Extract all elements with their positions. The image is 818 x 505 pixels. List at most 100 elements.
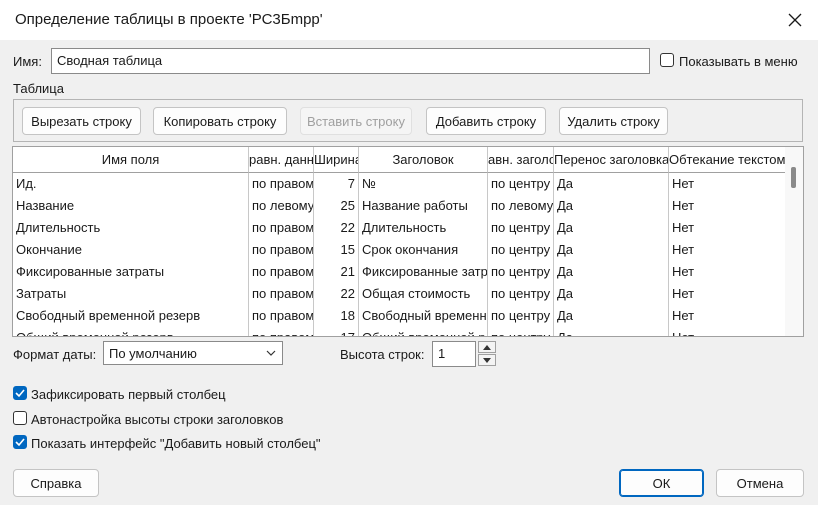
scroll-thumb[interactable] xyxy=(791,167,796,188)
cancel-button[interactable]: Отмена xyxy=(716,469,804,497)
table-row[interactable]: Название по левому 25 Название работы по лев… xyxy=(13,195,785,217)
checkmark-icon xyxy=(15,389,25,398)
cell-width[interactable]: 18 xyxy=(314,305,359,327)
row-height-up-button[interactable] xyxy=(478,341,496,353)
table-row[interactable]: Фиксированные затраты по правом 21 Фиксиров… xyxy=(13,261,785,283)
column-header-field-name[interactable]: Имя поля xyxy=(13,147,249,173)
cell-text-wrap[interactable]: Нет xyxy=(669,195,785,217)
table-row[interactable]: Окончание по правом 15 Срок окончания по цен… xyxy=(13,239,785,261)
grid-scrollbar[interactable] xyxy=(785,147,803,336)
cell-title-align[interactable]: по центру xyxy=(488,261,554,283)
cell-field-name[interactable]: Название xyxy=(13,195,249,217)
date-format-select[interactable]: По умолчанию xyxy=(103,341,283,365)
cell-title[interactable]: Общая стоимость xyxy=(359,283,488,305)
caret-up-icon xyxy=(483,344,491,350)
cell-title[interactable]: Название работы xyxy=(359,195,488,217)
name-label: Имя: xyxy=(13,54,42,69)
show-in-menu-label: Показывать в меню xyxy=(679,54,798,69)
table-row[interactable]: Длительность по правом 22 Длительность по це… xyxy=(13,217,785,239)
column-header-header-wrap[interactable]: Перенос заголовка xyxy=(554,147,669,173)
fields-grid: Имя поля равн. данн Ширина Заголовок авн… xyxy=(12,146,804,337)
row-height-down-button[interactable] xyxy=(478,354,496,366)
close-button[interactable] xyxy=(772,0,818,40)
cell-width[interactable]: 17 xyxy=(314,327,359,336)
table-row[interactable]: Общий временной резервпо правом17Общий в… xyxy=(13,327,785,336)
cell-header-wrap[interactable]: Да xyxy=(554,305,669,327)
cell-width[interactable]: 22 xyxy=(314,217,359,239)
cell-data-align[interactable]: по правом xyxy=(249,305,314,327)
title-bar: Определение таблицы в проекте 'РС3Бmpp' xyxy=(0,0,818,40)
row-height-input[interactable]: 1 xyxy=(432,341,476,367)
cell-header-wrap[interactable]: Да xyxy=(554,261,669,283)
cell-header-wrap[interactable]: Да xyxy=(554,283,669,305)
column-header-data-align[interactable]: равн. данн xyxy=(249,147,314,173)
cell-title[interactable]: Срок окончания xyxy=(359,239,488,261)
cell-data-align[interactable]: по правом xyxy=(249,239,314,261)
cell-title[interactable]: Общий временной р xyxy=(359,327,488,336)
cell-width[interactable]: 15 xyxy=(314,239,359,261)
cell-field-name[interactable]: Затраты xyxy=(13,283,249,305)
autofit-header-height-checkbox[interactable] xyxy=(13,411,27,425)
cell-title[interactable]: Длительность xyxy=(359,217,488,239)
cell-data-align[interactable]: по левому xyxy=(249,195,314,217)
cell-header-wrap[interactable]: Да xyxy=(554,195,669,217)
cell-header-wrap[interactable]: Да xyxy=(554,239,669,261)
cell-data-align[interactable]: по правом xyxy=(249,173,314,195)
cell-field-name[interactable]: Фиксированные затраты xyxy=(13,261,249,283)
cell-text-wrap[interactable]: Нет xyxy=(669,217,785,239)
cell-title-align[interactable]: по центру xyxy=(488,283,554,305)
cell-title-align[interactable]: по центру xyxy=(488,173,554,195)
cell-data-align[interactable]: по правом xyxy=(249,283,314,305)
ok-button[interactable]: ОК xyxy=(619,469,704,497)
column-header-title[interactable]: Заголовок xyxy=(359,147,488,173)
paste-row-button[interactable]: Вставить строку xyxy=(300,107,412,135)
cell-title[interactable]: № xyxy=(359,173,488,195)
add-row-button[interactable]: Добавить строку xyxy=(426,107,546,135)
cell-data-align[interactable]: по правом xyxy=(249,261,314,283)
freeze-first-column-checkbox[interactable] xyxy=(13,386,27,400)
column-header-title-align[interactable]: авн. заголо xyxy=(488,147,554,173)
cell-title-align[interactable]: по центру xyxy=(488,305,554,327)
cell-header-wrap[interactable]: Да xyxy=(554,327,669,336)
cell-field-name[interactable]: Общий временной резерв xyxy=(13,327,249,336)
cell-title-align[interactable]: по центру xyxy=(488,217,554,239)
cell-data-align[interactable]: по правом xyxy=(249,217,314,239)
cell-width[interactable]: 22 xyxy=(314,283,359,305)
cell-text-wrap[interactable]: Нет xyxy=(669,327,785,336)
cell-header-wrap[interactable]: Да xyxy=(554,217,669,239)
cell-data-align[interactable]: по правом xyxy=(249,327,314,336)
date-format-label: Формат даты: xyxy=(13,347,97,362)
cell-field-name[interactable]: Свободный временной резерв xyxy=(13,305,249,327)
delete-row-button[interactable]: Удалить строку xyxy=(559,107,668,135)
cell-text-wrap[interactable]: Нет xyxy=(669,261,785,283)
cut-row-button[interactable]: Вырезать строку xyxy=(22,107,141,135)
cell-title-align[interactable]: по центру xyxy=(488,327,554,336)
column-header-text-wrap[interactable]: Обтекание текстом xyxy=(669,147,785,173)
column-header-width[interactable]: Ширина xyxy=(314,147,359,173)
cell-text-wrap[interactable]: Нет xyxy=(669,283,785,305)
cell-title[interactable]: Свободный временн xyxy=(359,305,488,327)
cell-field-name[interactable]: Окончание xyxy=(13,239,249,261)
table-row[interactable]: Затраты по правом 22 Общая стоимость по цент… xyxy=(13,283,785,305)
cell-text-wrap[interactable]: Нет xyxy=(669,239,785,261)
help-button[interactable]: Справка xyxy=(13,469,99,497)
name-input[interactable]: Сводная таблица xyxy=(51,48,650,74)
show-add-column-checkbox[interactable] xyxy=(13,435,27,449)
cell-title-align[interactable]: по центру xyxy=(488,239,554,261)
table-group-label: Таблица xyxy=(13,81,64,96)
cell-width[interactable]: 7 xyxy=(314,173,359,195)
cell-header-wrap[interactable]: Да xyxy=(554,173,669,195)
cell-text-wrap[interactable]: Нет xyxy=(669,173,785,195)
show-in-menu-checkbox[interactable] xyxy=(660,53,674,67)
table-row[interactable]: Ид. по правом 7 № по центру Да Нет xyxy=(13,173,785,195)
cell-text-wrap[interactable]: Нет xyxy=(669,305,785,327)
cell-field-name[interactable]: Ид. xyxy=(13,173,249,195)
cell-field-name[interactable]: Длительность xyxy=(13,217,249,239)
cell-width[interactable]: 21 xyxy=(314,261,359,283)
cell-title-align[interactable]: по левому xyxy=(488,195,554,217)
cell-width[interactable]: 25 xyxy=(314,195,359,217)
cell-title[interactable]: Фиксированные затр xyxy=(359,261,488,283)
chevron-down-icon xyxy=(266,350,276,356)
table-row[interactable]: Свободный временной резерв по правом 18 Сво… xyxy=(13,305,785,327)
copy-row-button[interactable]: Копировать строку xyxy=(153,107,287,135)
